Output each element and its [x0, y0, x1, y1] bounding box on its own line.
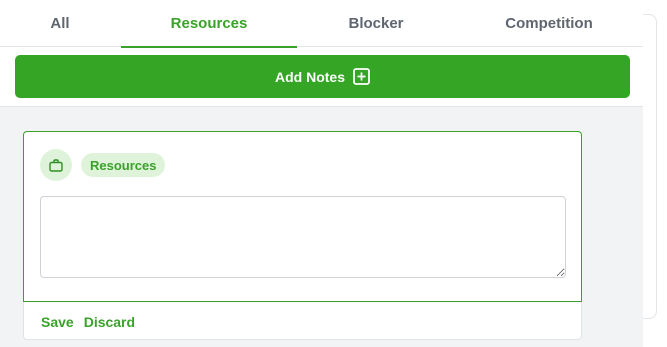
note-card: Resources Save Discard: [23, 131, 582, 340]
tab-competition[interactable]: Competition: [455, 0, 643, 47]
category-label: Resources: [90, 157, 157, 173]
discard-button[interactable]: Discard: [84, 314, 135, 330]
add-notes-button[interactable]: Add Notes: [15, 55, 630, 98]
note-editor: Resources: [23, 131, 582, 302]
tab-resources[interactable]: Resources: [121, 0, 297, 48]
tab-label: Resources: [170, 15, 248, 32]
tab-label: All: [50, 15, 70, 32]
note-textarea[interactable]: [40, 196, 566, 278]
category-badge: Resources: [81, 153, 166, 177]
tab-bar: All Resources Blocker Competition: [0, 0, 643, 48]
tab-all[interactable]: All: [0, 0, 120, 47]
plus-square-icon: [353, 68, 370, 85]
side-panel-edge: [643, 0, 667, 347]
tab-label: Competition: [505, 15, 593, 32]
notes-header: All Resources Blocker Competition Add No…: [0, 0, 643, 107]
tab-label: Blocker: [348, 15, 404, 32]
side-panel-border: [643, 14, 657, 319]
tab-blocker[interactable]: Blocker: [297, 0, 455, 47]
briefcase-icon: [40, 149, 72, 181]
add-notes-label: Add Notes: [275, 68, 345, 85]
save-button[interactable]: Save: [41, 314, 74, 330]
notes-panel: All Resources Blocker Competition Add No…: [0, 0, 643, 347]
note-actions: Save Discard: [41, 313, 135, 331]
